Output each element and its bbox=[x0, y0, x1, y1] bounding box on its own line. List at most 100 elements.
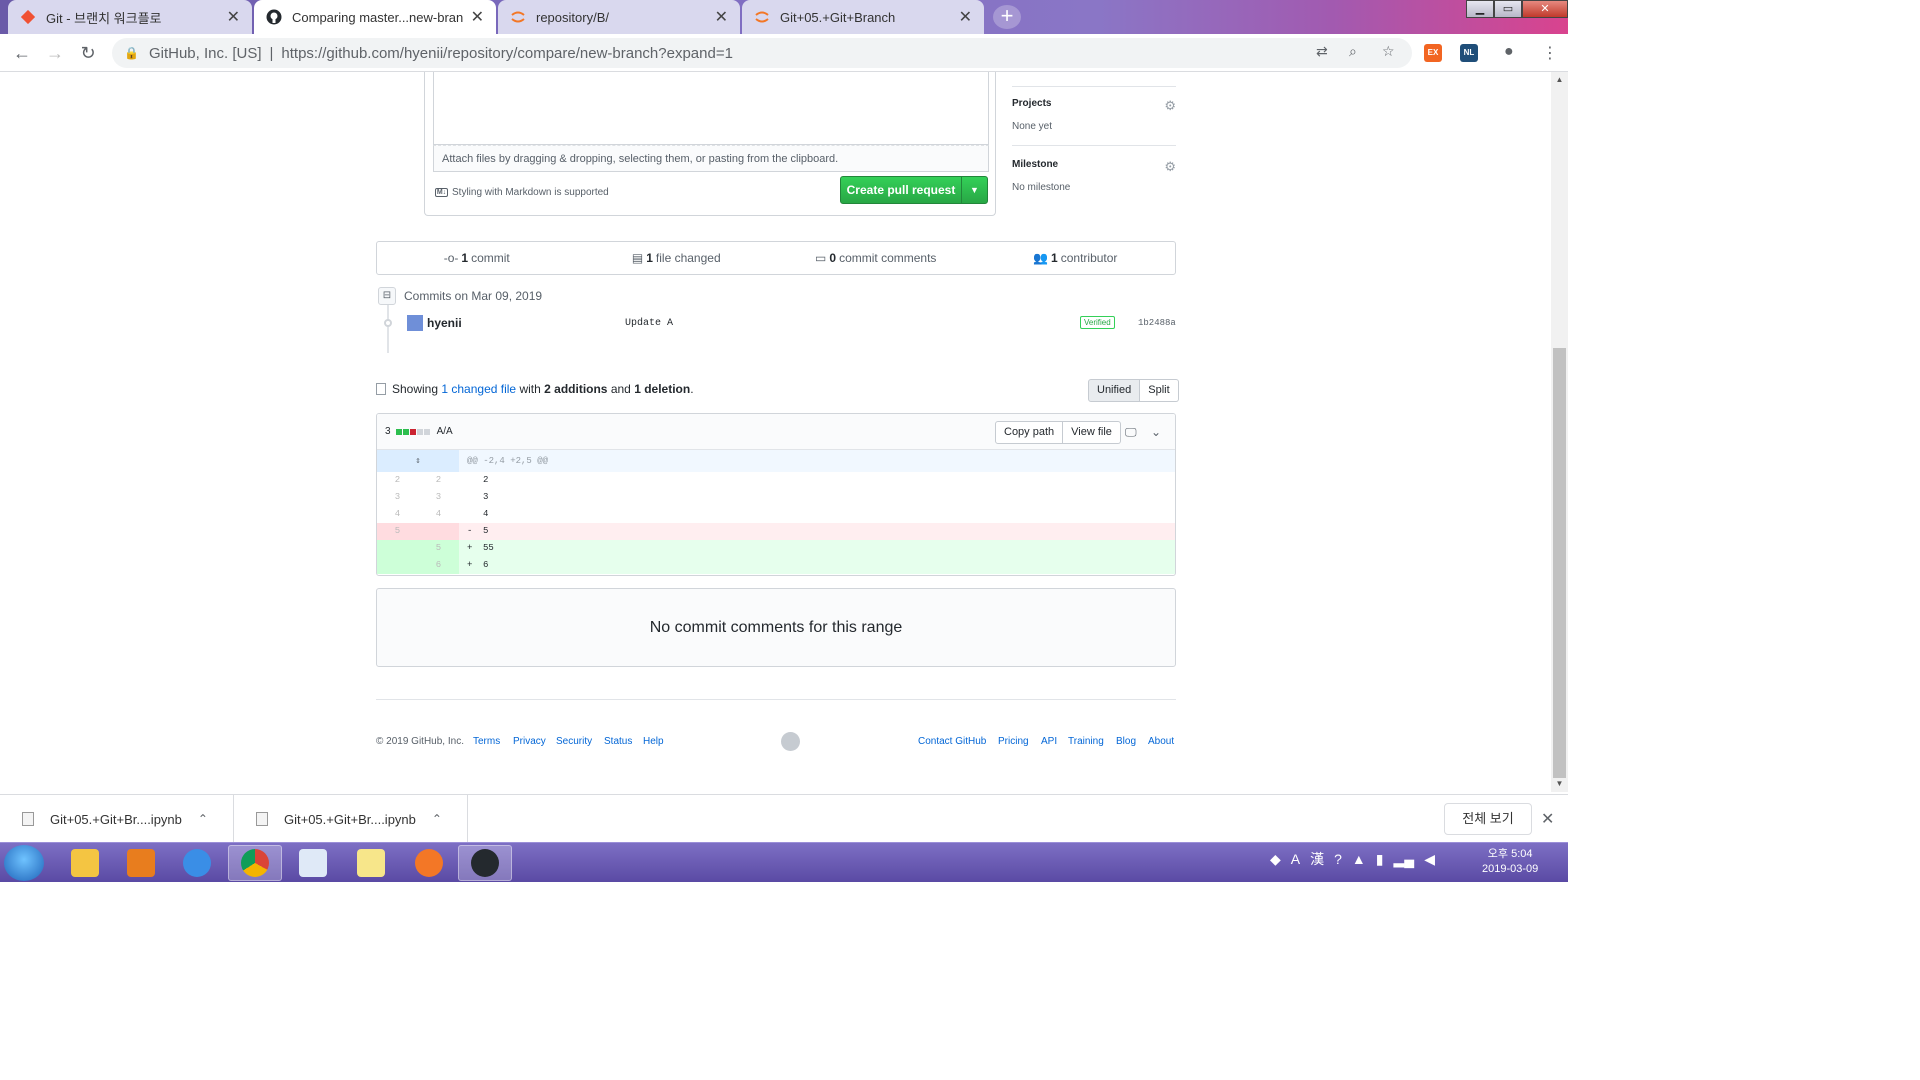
close-icon[interactable]: ✕ bbox=[715, 7, 728, 27]
footer-link-pricing[interactable]: Pricing bbox=[998, 736, 1029, 747]
footer-link-training[interactable]: Training bbox=[1068, 736, 1104, 747]
markdown-note-text[interactable]: Styling with Markdown is supported bbox=[452, 187, 609, 198]
tray-expand-icon[interactable]: ▲ bbox=[1352, 851, 1366, 867]
download-filename[interactable]: Git+05.+Git+Br....ipynb bbox=[50, 812, 182, 827]
maximize-icon[interactable]: ▭ bbox=[1494, 0, 1522, 18]
taskbar-jupyter[interactable] bbox=[402, 845, 456, 881]
taskbar-ie[interactable] bbox=[170, 845, 224, 881]
footer-link-help[interactable]: Help bbox=[643, 736, 664, 747]
translate-icon[interactable]: ⇄ bbox=[1316, 43, 1328, 60]
start-button[interactable] bbox=[4, 845, 44, 881]
split-button[interactable]: Split bbox=[1140, 379, 1179, 402]
old-line-number[interactable] bbox=[377, 540, 418, 557]
taskbar-media[interactable] bbox=[114, 845, 168, 881]
page-scrollbar[interactable]: ▲ ▼ bbox=[1551, 72, 1568, 792]
footer-link-about[interactable]: About bbox=[1148, 736, 1174, 747]
close-icon[interactable]: ✕ bbox=[959, 7, 972, 27]
gear-icon[interactable]: ⚙ bbox=[1164, 98, 1176, 114]
bookmark-star-icon[interactable]: ☆ bbox=[1382, 43, 1395, 60]
old-line-number[interactable]: 4 bbox=[377, 506, 418, 523]
commit-message[interactable]: Update A bbox=[625, 318, 673, 329]
scrollbar-thumb[interactable] bbox=[1553, 348, 1566, 778]
footer-link-status[interactable]: Status bbox=[604, 736, 632, 747]
taskbar-app[interactable] bbox=[286, 845, 340, 881]
create-pull-request-button[interactable]: Create pull request ▼ bbox=[840, 176, 988, 204]
tray-volume-icon[interactable]: ◀ bbox=[1424, 851, 1435, 868]
chevron-up-icon[interactable]: ⌃ bbox=[432, 812, 442, 826]
profile-icon[interactable]: ● bbox=[1504, 43, 1514, 61]
commit-author[interactable]: hyenii bbox=[427, 316, 462, 330]
download-filename[interactable]: Git+05.+Git+Br....ipynb bbox=[284, 812, 416, 827]
forward-arrow-icon[interactable]: → bbox=[44, 42, 66, 64]
tab-repository-b[interactable]: repository/B/ ✕ bbox=[498, 0, 740, 34]
tab-git-branch[interactable]: Git+05.+Git+Branch ✕ bbox=[742, 0, 984, 34]
copy-path-button[interactable]: Copy path bbox=[995, 421, 1064, 444]
tray-help-icon[interactable]: ? bbox=[1334, 851, 1342, 867]
show-all-downloads-button[interactable]: 전체 보기 bbox=[1444, 803, 1532, 835]
footer-link-blog[interactable]: Blog bbox=[1116, 736, 1136, 747]
file-name[interactable]: A/A bbox=[437, 426, 453, 437]
footer-link-terms[interactable]: Terms bbox=[473, 736, 500, 747]
download-item[interactable]: Git+05.+Git+Br....ipynb ⌃ bbox=[234, 795, 468, 843]
unified-button[interactable]: Unified bbox=[1088, 379, 1141, 402]
new-line-number[interactable]: 6 bbox=[418, 557, 459, 574]
scroll-down-icon[interactable]: ▼ bbox=[1551, 776, 1568, 792]
changed-files-link[interactable]: 1 changed file bbox=[441, 382, 516, 396]
tray-shield-icon[interactable]: ◆ bbox=[1270, 851, 1281, 868]
menu-icon[interactable]: ⋮ bbox=[1542, 43, 1558, 63]
new-line-number[interactable] bbox=[418, 523, 459, 540]
old-line-number[interactable]: 3 bbox=[377, 489, 418, 506]
extension-nl-icon[interactable]: NL bbox=[1460, 44, 1478, 62]
footer-link-contact[interactable]: Contact GitHub bbox=[918, 736, 986, 747]
summary-files[interactable]: ▤ 1 file changed bbox=[577, 242, 777, 274]
minimize-icon[interactable]: ▁ bbox=[1466, 0, 1494, 18]
dropdown-caret-icon[interactable]: ▼ bbox=[961, 177, 987, 203]
summary-contributors[interactable]: 👥 1 contributor bbox=[976, 242, 1176, 274]
tray-network-icon[interactable]: ▮ bbox=[1376, 851, 1384, 868]
github-octocat-icon[interactable] bbox=[781, 732, 800, 751]
summary-comments[interactable]: ▭ 0 commit comments bbox=[776, 242, 976, 274]
commit-sha[interactable]: 1b2488a bbox=[1138, 318, 1176, 328]
window-close-icon[interactable]: ✕ bbox=[1522, 0, 1568, 18]
expand-icon[interactable]: ⇕ bbox=[377, 450, 459, 472]
footer-link-security[interactable]: Security bbox=[556, 736, 592, 747]
create-pr-label[interactable]: Create pull request bbox=[841, 177, 961, 203]
close-icon[interactable]: ✕ bbox=[227, 7, 240, 27]
old-line-number[interactable]: 2 bbox=[377, 472, 418, 489]
taskbar-chrome[interactable] bbox=[228, 845, 282, 881]
taskbar-notes[interactable] bbox=[344, 845, 398, 881]
tab-comparing[interactable]: Comparing master...new-branch ✕ bbox=[254, 0, 496, 34]
taskbar-explorer[interactable] bbox=[58, 845, 112, 881]
old-line-number[interactable] bbox=[377, 557, 418, 574]
zoom-icon[interactable]: ⌕ bbox=[1349, 43, 1357, 60]
scroll-up-icon[interactable]: ▲ bbox=[1551, 72, 1568, 88]
new-tab-button[interactable]: + bbox=[993, 5, 1021, 29]
close-icon[interactable]: ✕ bbox=[1541, 809, 1554, 829]
close-icon[interactable]: ✕ bbox=[471, 7, 484, 27]
taskbar-clock[interactable]: 오후 5:04 2019-03-09 bbox=[1482, 847, 1538, 877]
verified-badge[interactable]: Verified bbox=[1080, 316, 1115, 329]
view-file-button[interactable]: View file bbox=[1063, 421, 1121, 444]
chevron-up-icon[interactable]: ⌃ bbox=[198, 812, 208, 826]
new-line-number[interactable]: 3 bbox=[418, 489, 459, 506]
new-line-number[interactable]: 2 bbox=[418, 472, 459, 489]
taskbar-github[interactable] bbox=[458, 845, 512, 881]
footer-link-api[interactable]: API bbox=[1041, 736, 1057, 747]
new-line-number[interactable]: 4 bbox=[418, 506, 459, 523]
pr-body-textarea[interactable] bbox=[433, 72, 989, 145]
tray-ime-icon[interactable]: A bbox=[1291, 851, 1300, 867]
tray-signal-icon[interactable]: ▂▄ bbox=[1394, 851, 1415, 868]
old-line-number[interactable]: 5 bbox=[377, 523, 418, 540]
download-item[interactable]: Git+05.+Git+Br....ipynb ⌃ bbox=[0, 795, 234, 843]
reload-icon[interactable]: ↻ bbox=[77, 42, 99, 64]
summary-commits[interactable]: -o- 1 commit bbox=[377, 242, 577, 274]
display-icon[interactable]: 🖵 bbox=[1125, 425, 1137, 440]
back-arrow-icon[interactable]: ← bbox=[11, 42, 33, 64]
attach-files-bar[interactable]: Attach files by dragging & dropping, sel… bbox=[433, 145, 989, 172]
address-bar[interactable]: 🔒 GitHub, Inc. [US] | https://github.com… bbox=[112, 38, 1412, 68]
footer-link-privacy[interactable]: Privacy bbox=[513, 736, 546, 747]
avatar[interactable] bbox=[407, 315, 423, 331]
extension-ex-icon[interactable]: EX bbox=[1424, 44, 1442, 62]
tray-hanja-icon[interactable]: 漢 bbox=[1310, 849, 1324, 869]
new-line-number[interactable]: 5 bbox=[418, 540, 459, 557]
